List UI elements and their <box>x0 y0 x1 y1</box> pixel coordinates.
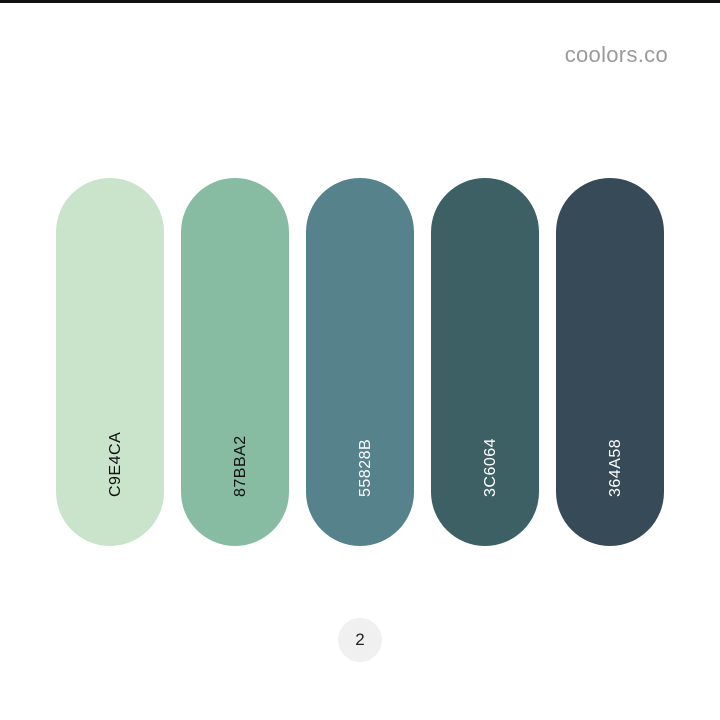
page-number-badge[interactable]: 2 <box>338 618 382 662</box>
hex-code-label: C9E4CA <box>107 431 124 497</box>
color-swatch-5[interactable]: 364A58 <box>556 178 664 546</box>
color-swatch-2[interactable]: 87BBA2 <box>181 178 289 546</box>
hex-code-label: 55828B <box>357 438 374 497</box>
top-border <box>0 0 720 3</box>
brand-watermark: coolors.co <box>564 42 668 67</box>
hex-code-label: 364A58 <box>607 438 624 497</box>
color-swatch-4[interactable]: 3C6064 <box>431 178 539 546</box>
color-swatch-1[interactable]: C9E4CA <box>56 178 164 546</box>
hex-code-label: 3C6064 <box>482 437 499 497</box>
color-palette: C9E4CA 87BBA2 55828B 3C6064 364A58 <box>56 178 664 546</box>
color-swatch-3[interactable]: 55828B <box>306 178 414 546</box>
hex-code-label: 87BBA2 <box>232 435 249 497</box>
